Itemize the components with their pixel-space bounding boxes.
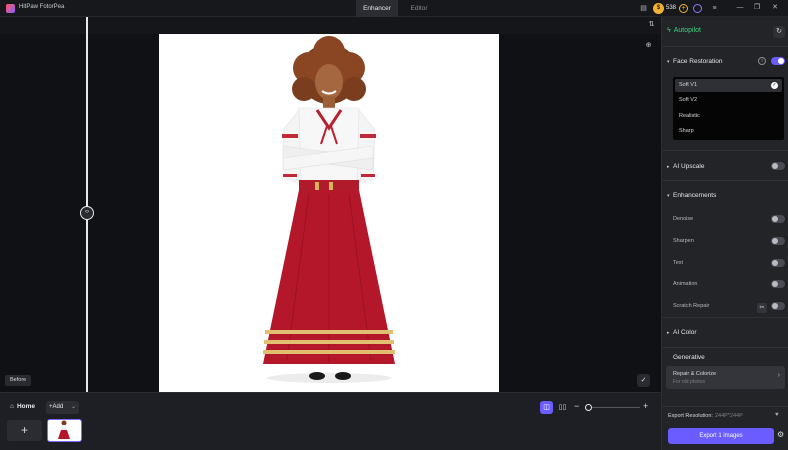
- woman-in-folk-dress-image: [159, 34, 499, 392]
- ai-upscale-toggle[interactable]: [771, 162, 785, 170]
- animation-toggle[interactable]: [771, 280, 785, 288]
- face-model-option[interactable]: Soft V2: [675, 94, 782, 107]
- image-thumbnail[interactable]: [47, 419, 82, 442]
- face-model-option-label: Soft V1: [679, 82, 698, 88]
- denoise-label: Denoise: [673, 216, 694, 222]
- chevron-right-icon: ›: [777, 372, 780, 379]
- export-resolution[interactable]: Export Resolution: 244P*244P: [668, 413, 743, 419]
- autopilot-label: Autopilot: [673, 27, 701, 34]
- export-resolution-label: Export Resolution:: [668, 413, 713, 419]
- repair-colorize-title: Repair & Colorize: [673, 371, 717, 377]
- face-restoration-header[interactable]: ▾ Face Restoration: [667, 58, 723, 65]
- home-button[interactable]: ⌂ Home: [10, 403, 35, 410]
- face-model-option[interactable]: Soft V1 ✓: [675, 79, 782, 92]
- lightning-icon: ϟ: [667, 27, 671, 34]
- app-window: HitPaw FotorPea Enhancer Editor ▤ $ 538 …: [0, 0, 788, 450]
- add-button[interactable]: +Add ⌄: [46, 401, 79, 414]
- favorite-icon[interactable]: ♥: [775, 412, 779, 418]
- canvas-top-strip: [0, 17, 661, 34]
- app-title: HitPaw FotorPea: [19, 4, 65, 10]
- divider: [662, 317, 788, 318]
- account-icon[interactable]: [693, 4, 702, 13]
- coin-count: 538: [666, 5, 677, 11]
- divider: [662, 406, 788, 407]
- scratch-repair-label: Scratch Repair: [673, 303, 710, 309]
- thumbnail-image: [48, 420, 80, 440]
- app-logo-icon: [6, 4, 15, 13]
- bottom-bar: ⌂ Home +Add ⌄ + ◫ ▯▯ − +: [0, 392, 661, 450]
- divider: [662, 347, 788, 348]
- title-bar: HitPaw FotorPea Enhancer Editor ▤ $ 538 …: [0, 0, 788, 17]
- home-label: Home: [16, 403, 35, 410]
- enhancements-header[interactable]: ▾ Enhancements: [667, 192, 716, 199]
- animation-label: Animation: [673, 281, 698, 287]
- gear-icon[interactable]: ⚙: [777, 430, 784, 439]
- refresh-icon[interactable]: ↻: [773, 26, 785, 38]
- export-resolution-value: 244P*244P: [714, 413, 743, 419]
- settings-panel: ϟ Autopilot ↻ ▾ Face Restoration i Soft V1…: [661, 17, 788, 450]
- divider: [662, 46, 788, 47]
- side-by-side-view-button[interactable]: ▯▯: [556, 401, 569, 414]
- export-button[interactable]: Export 1 images: [668, 428, 774, 444]
- menu-icon[interactable]: ≡: [710, 4, 719, 13]
- compare-divider[interactable]: [86, 17, 88, 392]
- scratch-repair-toggle[interactable]: [771, 302, 785, 310]
- coin-icon: $: [653, 3, 664, 14]
- ai-color-header[interactable]: ▸ AI Color: [667, 329, 696, 336]
- divider: [662, 150, 788, 151]
- scratch-brush-icon[interactable]: ✂: [757, 303, 767, 313]
- zoom-in-icon[interactable]: +: [643, 402, 648, 411]
- compare-drag-handle-icon[interactable]: ‹›: [80, 206, 94, 220]
- ai-color-title: AI Color: [673, 329, 697, 336]
- face-restoration-toggle[interactable]: [771, 57, 785, 65]
- repair-colorize-card[interactable]: Repair & Colorize For old photos ›: [666, 366, 785, 389]
- divider: [662, 180, 788, 181]
- preview-image: [159, 34, 499, 392]
- swap-icon[interactable]: ⇅: [646, 19, 657, 30]
- tab-enhancer[interactable]: Enhancer: [356, 0, 398, 17]
- denoise-toggle[interactable]: [771, 215, 785, 223]
- face-restoration-title: Face Restoration: [673, 58, 723, 65]
- check-icon: ✓: [771, 82, 778, 89]
- apply-check-icon[interactable]: ✓: [637, 374, 650, 387]
- repair-colorize-subtitle: For old photos: [673, 379, 705, 385]
- text-label: Text: [673, 260, 684, 266]
- autopilot-button[interactable]: ϟ Autopilot: [667, 27, 701, 34]
- ai-upscale-header[interactable]: ▸ AI Upscale: [667, 163, 704, 170]
- zoom-slider-thumb[interactable]: [585, 404, 592, 411]
- face-model-list: Soft V1 ✓ Soft V2 Realistic Sharp: [673, 77, 784, 140]
- generative-title: Generative: [673, 354, 705, 361]
- split-view-button[interactable]: ◫: [540, 401, 553, 414]
- home-icon: ⌂: [10, 403, 14, 410]
- before-label: Before: [5, 375, 32, 386]
- enhancements-title: Enhancements: [673, 192, 717, 199]
- restore-icon[interactable]: ❐: [752, 3, 762, 13]
- zoom-out-icon[interactable]: −: [574, 402, 579, 411]
- chevron-down-icon[interactable]: ⌄: [71, 401, 76, 414]
- info-icon[interactable]: i: [758, 57, 766, 65]
- add-label: Add: [52, 404, 64, 410]
- add-coins-icon[interactable]: +: [679, 4, 688, 13]
- document-icon[interactable]: ▤: [639, 4, 648, 13]
- face-model-option[interactable]: Realistic: [675, 110, 782, 123]
- text-toggle[interactable]: [771, 259, 785, 267]
- zoom-icon[interactable]: ⊕: [643, 40, 654, 51]
- sharpen-label: Sharpen: [673, 238, 694, 244]
- close-icon[interactable]: ✕: [770, 3, 780, 13]
- minimize-icon[interactable]: —: [735, 3, 745, 13]
- zoom-slider[interactable]: [588, 407, 640, 408]
- tab-editor[interactable]: Editor: [398, 0, 440, 17]
- face-model-option[interactable]: Sharp: [675, 125, 782, 138]
- ai-upscale-title: AI Upscale: [673, 163, 705, 170]
- sharpen-toggle[interactable]: [771, 237, 785, 245]
- new-image-tile[interactable]: +: [7, 420, 42, 441]
